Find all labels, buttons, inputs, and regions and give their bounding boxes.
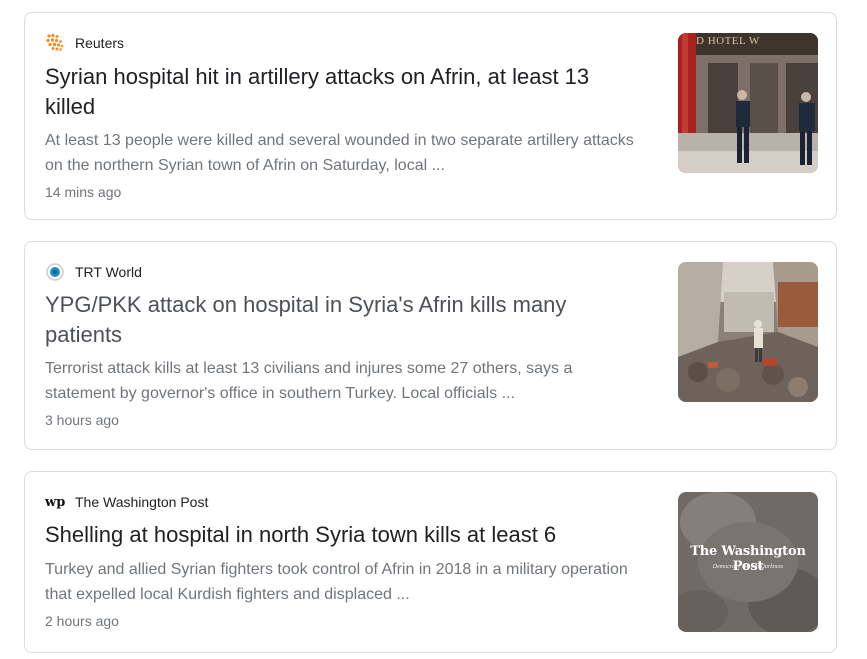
source-row: TRT World (45, 262, 142, 282)
news-card-reuters[interactable]: Reuters Syrian hospital hit in artillery… (24, 12, 837, 220)
rubble-street-photo (678, 262, 818, 402)
reuters-dots-icon (45, 33, 65, 53)
news-card-trt-world[interactable]: TRT World YPG/PKK attack on hospital in … (24, 241, 837, 450)
source-name: The Washington Post (75, 494, 209, 510)
trt-world-circle-icon (45, 262, 65, 282)
news-card-washington-post[interactable]: wp The Washington Post Shelling at hospi… (24, 471, 837, 653)
headline-link[interactable]: Shelling at hospital in north Syria town… (45, 520, 645, 550)
news-feed: Reuters Syrian hospital hit in artillery… (0, 0, 867, 659)
source-name: Reuters (75, 35, 125, 51)
article-age: 2 hours ago (45, 613, 119, 629)
headline-link[interactable]: Syrian hospital hit in artillery attacks… (45, 62, 645, 122)
thumbnail-tagline: Democracy Dies in Darkness (712, 564, 784, 570)
svg-text:wp: wp (45, 495, 65, 510)
article-thumbnail[interactable]: The Washington Post Democracy Dies in Da… (678, 492, 818, 632)
article-snippet: Terrorist attack kills at least 13 civil… (45, 360, 573, 402)
wp-monogram-icon: wp (45, 492, 65, 512)
article-age: 14 mins ago (45, 184, 122, 200)
article-snippet: At least 13 people were killed and sever… (45, 132, 634, 174)
source-name: TRT World (75, 264, 142, 280)
article-thumbnail[interactable]: D HOTEL W (678, 33, 818, 173)
article-thumbnail[interactable] (678, 262, 818, 402)
source-row: wp The Washington Post (45, 492, 208, 512)
article-snippet: Turkey and allied Syrian fighters took c… (45, 561, 628, 603)
headline-link[interactable]: YPG/PKK attack on hospital in Syria's Af… (45, 290, 645, 350)
thumbnail-sign-text: D HOTEL W (696, 35, 760, 47)
article-age: 3 hours ago (45, 412, 119, 428)
source-row: Reuters (45, 33, 124, 53)
hotel-entrance-photo (678, 33, 818, 173)
